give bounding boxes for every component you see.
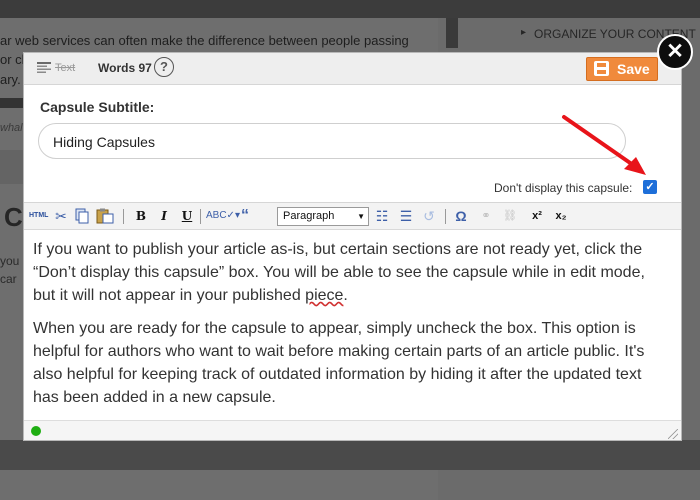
help-icon[interactable]: ?: [154, 57, 174, 77]
chevron-down-icon: ▼: [357, 212, 365, 221]
resize-handle-icon[interactable]: [668, 429, 678, 439]
editor-toolbar: HTML ✂ B I U ABC✓▾ “ Paragraph ▼ ☷ ☰ ↺ Ω…: [24, 203, 681, 230]
editor-status-bar: [24, 420, 681, 440]
text-mode-toggle[interactable]: Text: [55, 62, 75, 74]
background-top-bar: [0, 0, 700, 18]
underline-button[interactable]: U: [180, 208, 194, 224]
background-body-line: you: [0, 254, 20, 268]
text-mode-icon[interactable]: [37, 62, 51, 74]
background-italic-text: whal: [0, 122, 23, 134]
toolbar-separator: [200, 209, 201, 224]
hide-capsule-checkbox[interactable]: ✓: [643, 180, 657, 194]
save-button-label: Save: [617, 61, 650, 77]
hide-capsule-label: Don't display this capsule:: [494, 181, 633, 195]
bullet-list-icon[interactable]: ☰: [398, 208, 414, 224]
status-indicator: [31, 426, 41, 436]
numbered-list-icon[interactable]: ☷: [374, 208, 390, 224]
chevron-right-icon: ▸: [521, 27, 527, 38]
background-footer: [0, 440, 700, 470]
close-icon[interactable]: ✕: [657, 34, 693, 70]
spellcheck-icon[interactable]: ABC✓▾: [206, 208, 240, 224]
unlink-icon[interactable]: ⛓: [502, 208, 518, 224]
content-paragraph: When you are ready for the capsule to ap…: [33, 320, 645, 406]
bold-button[interactable]: B: [134, 208, 148, 224]
capsule-editor-modal: Text Words 97 ? Save Capsule Subtitle: H…: [23, 52, 682, 441]
content-paragraph: If you want to publish your article as-i…: [33, 241, 645, 304]
background-sidebar-strip: [446, 18, 458, 48]
background-article-line: ar web services can often make the diffe…: [0, 33, 409, 48]
annotation-arrow-icon: [562, 115, 646, 175]
background-article-line: ary.: [0, 72, 21, 87]
floppy-disk-icon: [594, 61, 609, 76]
editor-content[interactable]: If you want to publish your article as-i…: [24, 230, 681, 420]
background-article-line: or cl: [0, 52, 25, 67]
background-heading: C: [4, 202, 23, 232]
format-select-value: Paragraph: [283, 210, 335, 222]
paste-icon[interactable]: [96, 208, 114, 224]
modal-header: Text Words 97 ? Save: [24, 53, 681, 85]
capsule-subtitle-label: Capsule Subtitle:: [40, 99, 155, 115]
link-icon[interactable]: ⚭: [478, 208, 494, 224]
toolbar-separator: [445, 209, 446, 224]
superscript-button[interactable]: x²: [529, 208, 545, 224]
undo-icon[interactable]: ↺: [422, 208, 436, 224]
html-source-button[interactable]: HTML: [29, 208, 48, 224]
subscript-button[interactable]: x₂: [553, 208, 569, 224]
copy-icon[interactable]: [74, 208, 90, 224]
italic-button[interactable]: I: [157, 208, 171, 224]
cut-icon[interactable]: ✂: [53, 208, 69, 224]
save-button[interactable]: Save: [586, 57, 658, 81]
word-count: Words 97: [98, 61, 152, 75]
rich-text-editor: HTML ✂ B I U ABC✓▾ “ Paragraph ▼ ☷ ☰ ↺ Ω…: [24, 202, 681, 440]
format-select[interactable]: Paragraph ▼: [277, 207, 369, 226]
misspelled-word: piece: [305, 287, 344, 304]
special-character-button[interactable]: Ω: [454, 208, 468, 224]
toolbar-separator: [123, 209, 124, 224]
capsule-subtitle-input[interactable]: Hiding Capsules: [38, 123, 626, 159]
blockquote-icon[interactable]: “: [238, 208, 252, 224]
background-body-line: car: [0, 272, 17, 286]
